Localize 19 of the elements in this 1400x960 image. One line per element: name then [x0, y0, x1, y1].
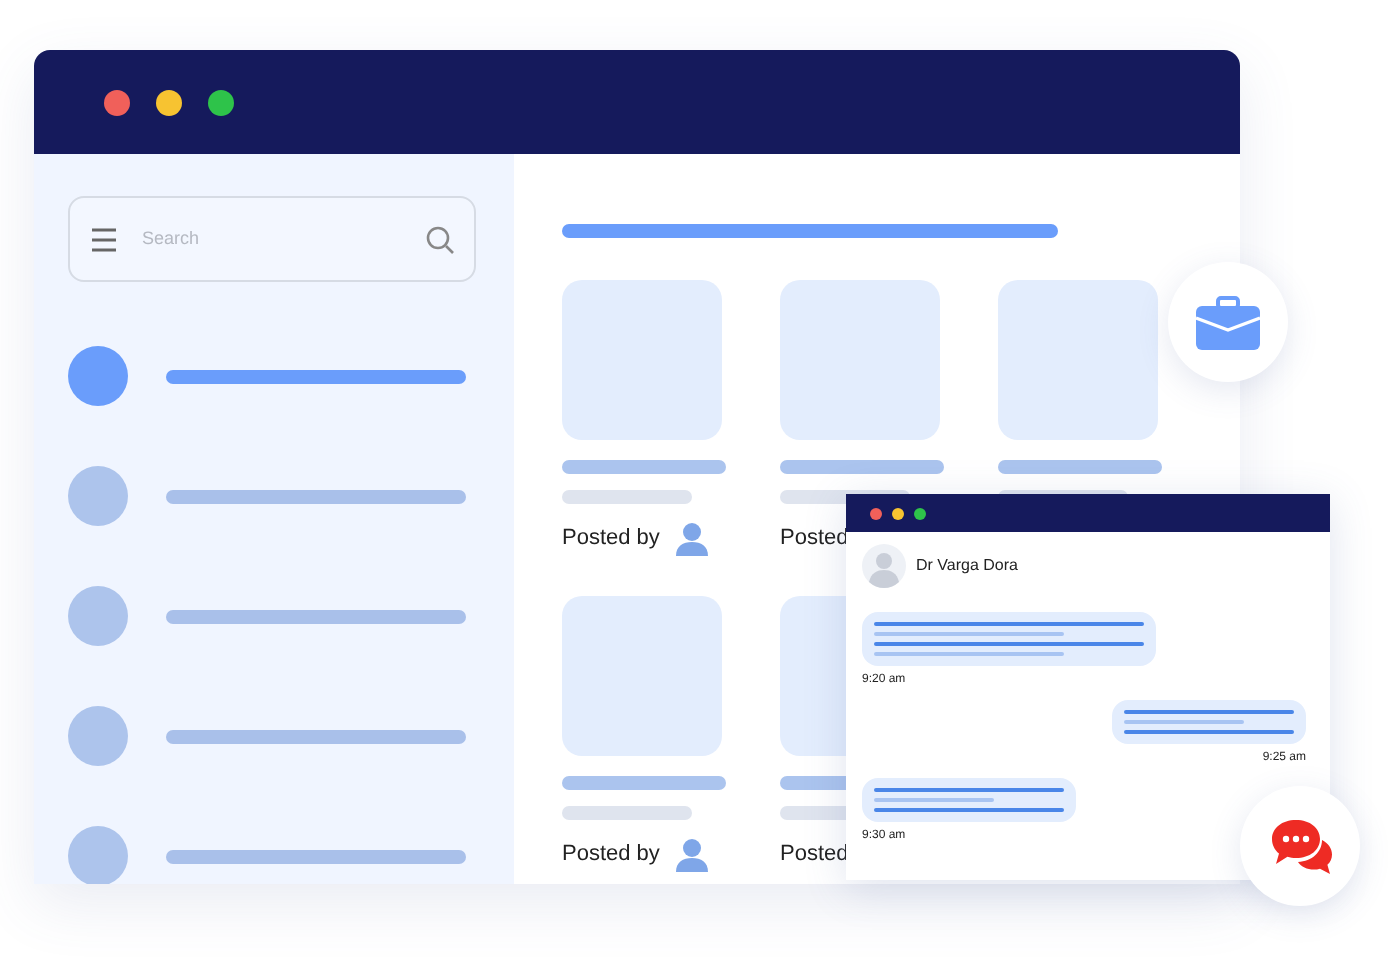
posted-by-label: Posted by [562, 840, 660, 871]
window-dot[interactable] [914, 507, 926, 519]
search-input[interactable]: Search [138, 223, 406, 255]
briefcase-icon [1196, 295, 1260, 349]
search-bar[interactable]: Search [68, 196, 476, 282]
menu-icon[interactable] [90, 225, 118, 253]
chat-icon [1267, 816, 1333, 876]
window-dot[interactable] [870, 507, 882, 519]
window-dot[interactable] [208, 89, 234, 115]
posted-by-label: Posted by [562, 524, 660, 555]
avatar [862, 544, 906, 588]
window-dot[interactable] [104, 89, 130, 115]
placeholder-line [562, 806, 692, 820]
placeholder-line [562, 490, 692, 504]
avatar-placeholder[interactable] [68, 346, 128, 406]
window-dot[interactable] [892, 507, 904, 519]
window-dot[interactable] [156, 89, 182, 115]
contact-name: Dr Varga Dora [916, 554, 1018, 578]
search-icon[interactable] [426, 225, 454, 253]
